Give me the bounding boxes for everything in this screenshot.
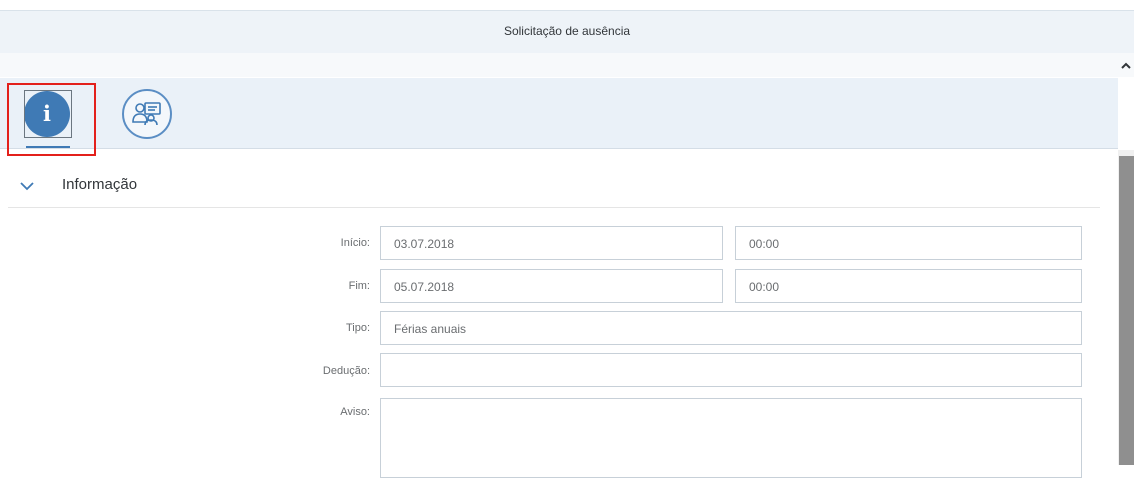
header-spacer	[0, 53, 1134, 77]
title-bar: Solicitação de ausência	[0, 10, 1134, 54]
end-label: Fim:	[348, 280, 370, 292]
start-time-field[interactable]: 00:00	[735, 226, 1082, 260]
tab-information[interactable]: i	[18, 86, 78, 148]
section-title: Informação	[62, 176, 138, 193]
page-title: Solicitação de ausência	[503, 24, 631, 38]
notice-textarea[interactable]	[380, 398, 1082, 478]
tab-attachments[interactable]	[118, 86, 178, 144]
scrollbar-thumb[interactable]	[1119, 156, 1134, 465]
end-time-field[interactable]: 00:00	[735, 269, 1082, 303]
icon-tab-bar: i	[0, 78, 1118, 149]
type-field[interactable]: Férias anuais	[380, 311, 1082, 345]
collapse-header-button[interactable]	[1120, 60, 1132, 72]
deduction-label: Dedução:	[322, 365, 370, 377]
people-icon	[122, 89, 172, 139]
chevron-up-icon	[1121, 62, 1131, 69]
start-label: Início:	[340, 237, 370, 249]
end-date-field[interactable]: 05.07.2018	[380, 269, 723, 303]
type-label: Tipo:	[345, 322, 370, 334]
start-date-field[interactable]: 03.07.2018	[380, 226, 723, 260]
deduction-field[interactable]	[380, 353, 1082, 387]
selected-tab-indicator	[26, 146, 70, 148]
tab-focus-outline	[24, 90, 72, 138]
notice-label: Aviso:	[340, 406, 370, 418]
chevron-down-icon	[20, 182, 34, 191]
section-divider	[8, 207, 1100, 208]
